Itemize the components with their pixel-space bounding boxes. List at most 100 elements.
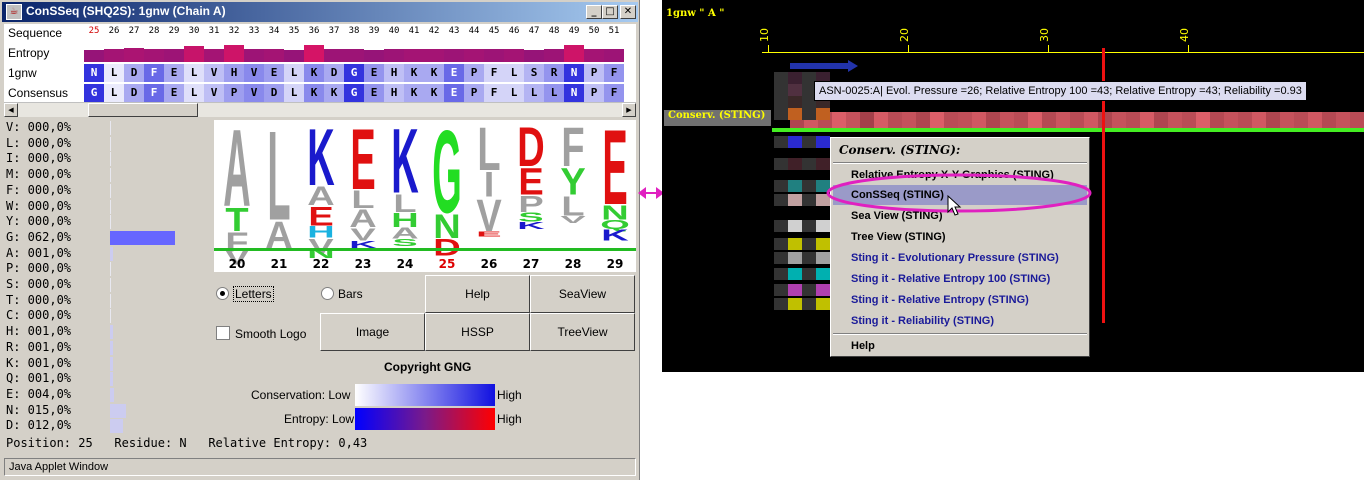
residue-cell[interactable]: K — [404, 84, 424, 102]
treeview-button[interactable]: TreeView — [530, 313, 635, 351]
residue-cell[interactable]: P — [464, 84, 484, 102]
residue-cell[interactable]: K — [324, 84, 344, 102]
position-number[interactable]: 29 — [164, 26, 184, 36]
residue-cell[interactable]: D — [124, 64, 144, 82]
position-number[interactable]: 27 — [124, 26, 144, 36]
residue-cell[interactable]: L — [104, 64, 124, 82]
position-number[interactable]: 51 — [604, 26, 624, 36]
residue-cell[interactable]: P — [584, 84, 604, 102]
residue-cell[interactable]: V — [244, 64, 264, 82]
position-number[interactable]: 45 — [484, 26, 504, 36]
residue-cell[interactable]: L — [544, 84, 564, 102]
menu-item-tree-view[interactable]: Tree View (STING) — [851, 231, 946, 243]
residue-cell[interactable]: H — [224, 64, 244, 82]
residue-cell[interactable]: E — [444, 64, 464, 82]
residue-cell[interactable]: E — [164, 64, 184, 82]
menu-item-rel-entropy[interactable]: Sting it - Relative Entropy (STING) — [851, 294, 1029, 306]
residue-cell[interactable]: L — [104, 84, 124, 102]
position-number[interactable]: 42 — [424, 26, 444, 36]
residue-cell[interactable]: L — [524, 84, 544, 102]
residue-cell[interactable]: E — [264, 64, 284, 82]
residue-cell[interactable]: N — [564, 64, 584, 82]
residue-cell[interactable]: L — [184, 64, 204, 82]
scroll-thumb[interactable] — [88, 103, 198, 117]
position-number[interactable]: 36 — [304, 26, 324, 36]
position-number[interactable]: 39 — [364, 26, 384, 36]
residue-cell[interactable]: G — [84, 84, 104, 102]
position-number[interactable]: 31 — [204, 26, 224, 36]
residue-cell[interactable]: N — [564, 84, 584, 102]
position-number[interactable]: 40 — [384, 26, 404, 36]
position-number[interactable]: 25 — [84, 26, 104, 36]
residue-cell[interactable]: E — [444, 84, 464, 102]
residue-cell[interactable]: P — [584, 64, 604, 82]
minimize-button[interactable]: _ — [586, 5, 602, 19]
residue-cell[interactable]: L — [284, 84, 304, 102]
residue-cell[interactable]: D — [324, 64, 344, 82]
residue-cell[interactable]: D — [264, 84, 284, 102]
residue-cell[interactable]: H — [384, 84, 404, 102]
residue-cell[interactable]: E — [364, 84, 384, 102]
residue-cell[interactable]: S — [524, 64, 544, 82]
residue-cell[interactable]: G — [344, 64, 364, 82]
residue-cell[interactable]: K — [424, 84, 444, 102]
position-number[interactable]: 28 — [144, 26, 164, 36]
hssp-button[interactable]: HSSP — [425, 313, 530, 351]
residue-cell[interactable]: F — [484, 64, 504, 82]
scroll-right-icon[interactable]: ▶ — [622, 103, 636, 117]
position-number[interactable]: 47 — [524, 26, 544, 36]
residue-cell[interactable]: F — [144, 64, 164, 82]
position-number[interactable]: 30 — [184, 26, 204, 36]
position-number[interactable]: 50 — [584, 26, 604, 36]
position-number[interactable]: 37 — [324, 26, 344, 36]
image-button[interactable]: Image — [320, 313, 425, 351]
residue-cell[interactable]: P — [224, 84, 244, 102]
horizontal-scrollbar[interactable]: ◀ ▶ — [4, 102, 636, 117]
residue-cell[interactable]: L — [184, 84, 204, 102]
residue-cell[interactable]: L — [284, 64, 304, 82]
position-number[interactable]: 49 — [564, 26, 584, 36]
residue-cell[interactable]: N — [84, 64, 104, 82]
position-number[interactable]: 43 — [444, 26, 464, 36]
residue-cell[interactable]: P — [464, 64, 484, 82]
position-number[interactable]: 26 — [104, 26, 124, 36]
position-number[interactable]: 48 — [544, 26, 564, 36]
position-number[interactable]: 32 — [224, 26, 244, 36]
position-number[interactable]: 38 — [344, 26, 364, 36]
residue-cell[interactable]: L — [504, 84, 524, 102]
residue-cell[interactable]: F — [604, 84, 624, 102]
residue-cell[interactable]: K — [304, 64, 324, 82]
bars-radio[interactable]: Bars — [321, 287, 363, 301]
menu-item-reliability[interactable]: Sting it - Reliability (STING) — [851, 315, 994, 327]
menu-item-help[interactable]: Help — [851, 340, 875, 352]
position-number[interactable]: 33 — [244, 26, 264, 36]
scroll-left-icon[interactable]: ◀ — [4, 103, 18, 117]
residue-cell[interactable]: F — [144, 84, 164, 102]
maximize-button[interactable]: □ — [602, 5, 618, 19]
position-number[interactable]: 46 — [504, 26, 524, 36]
conserv-track-label[interactable]: Conserv. (STING) — [664, 110, 772, 126]
residue-cell[interactable]: F — [604, 64, 624, 82]
position-number[interactable]: 41 — [404, 26, 424, 36]
residue-cell[interactable]: H — [384, 64, 404, 82]
seaview-button[interactable]: SeaView — [530, 275, 635, 313]
residue-cell[interactable]: K — [304, 84, 324, 102]
close-button[interactable]: ✕ — [620, 5, 636, 19]
residue-cell[interactable]: K — [404, 64, 424, 82]
residue-cell[interactable]: D — [124, 84, 144, 102]
residue-cell[interactable]: G — [344, 84, 364, 102]
residue-cell[interactable]: E — [364, 64, 384, 82]
title-bar[interactable]: ☕ ConSSeq (SHQ2S): 1gnw (Chain A) _ □ ✕ — [2, 2, 638, 22]
residue-cell[interactable]: V — [244, 84, 264, 102]
residue-cell[interactable]: E — [164, 84, 184, 102]
residue-cell[interactable]: R — [544, 64, 564, 82]
residue-cell[interactable]: V — [204, 84, 224, 102]
smooth-logo-checkbox[interactable]: Smooth Logo — [216, 326, 306, 341]
residue-cell[interactable]: K — [424, 64, 444, 82]
menu-item-evol-pressure[interactable]: Sting it - Evolutionary Pressure (STING) — [851, 252, 1059, 264]
residue-cell[interactable]: V — [204, 64, 224, 82]
letters-radio[interactable]: Letters — [216, 286, 274, 302]
position-number[interactable]: 34 — [264, 26, 284, 36]
position-number[interactable]: 44 — [464, 26, 484, 36]
position-number[interactable]: 35 — [284, 26, 304, 36]
